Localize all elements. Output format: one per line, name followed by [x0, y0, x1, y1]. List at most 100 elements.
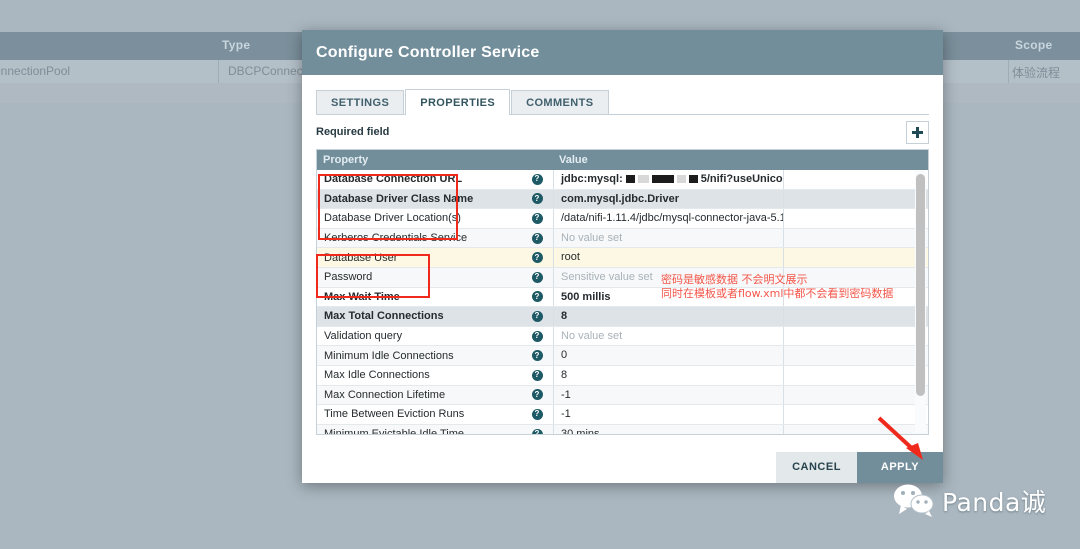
dialog-header: Configure Controller Service [302, 30, 943, 75]
add-property-button[interactable] [906, 120, 929, 144]
annotation-note-line-1: 密码是敏感数据 不会明文展示 [661, 273, 808, 286]
property-value[interactable]: 8 [553, 365, 783, 385]
table-row[interactable]: Time Between Eviction Runs ? -1 [317, 405, 928, 425]
table-row[interactable]: Minimum Idle Connections ? 0 [317, 346, 928, 366]
property-name: Database Driver Location(s) [324, 212, 461, 225]
help-cell[interactable]: ? [521, 271, 553, 283]
cancel-button[interactable]: CANCEL [776, 452, 857, 483]
help-cell[interactable]: ? [521, 232, 553, 244]
tab-properties[interactable]: PROPERTIES [405, 89, 511, 115]
property-extra [783, 170, 928, 189]
property-value[interactable]: -1 [553, 385, 783, 405]
property-name: Kerberos Credentials Service [324, 232, 468, 245]
background-divider-1 [218, 60, 219, 83]
help-icon[interactable]: ? [531, 408, 543, 420]
help-cell[interactable]: ? [521, 291, 553, 303]
help-cell[interactable]: ? [521, 408, 553, 420]
required-field-label: Required field [316, 126, 390, 138]
dialog-footer: CANCEL APPLY [302, 452, 943, 483]
property-name: Max Wait Time [324, 290, 400, 303]
help-icon[interactable]: ? [531, 330, 543, 342]
background-column-type: Type [222, 38, 251, 52]
property-value[interactable]: jdbc:mysql: 5/nifi?useUnicod... [553, 170, 783, 189]
table-row[interactable]: Password ? Sensitive value set [317, 267, 928, 288]
table-row[interactable]: Database Connection URL ? jdbc:mysql: 5/n… [317, 170, 928, 190]
property-name: Database Connection URL [324, 173, 463, 186]
help-icon[interactable]: ? [531, 232, 543, 244]
properties-scrollbar-thumb[interactable] [916, 174, 925, 396]
help-icon[interactable]: ? [531, 350, 543, 362]
property-value-prefix: jdbc:mysql: [561, 173, 623, 185]
tab-comments[interactable]: COMMENTS [511, 90, 609, 114]
help-icon[interactable]: ? [531, 271, 543, 283]
property-value[interactable]: 30 mins [553, 424, 783, 434]
property-name: Max Total Connections [324, 310, 444, 323]
table-row[interactable]: Max Connection Lifetime ? -1 [317, 385, 928, 406]
table-row[interactable]: Validation query ? No value set [317, 326, 928, 347]
background-cell-name: onnectionPool [0, 64, 71, 78]
property-extra [783, 189, 928, 209]
property-value[interactable]: No value set [553, 228, 783, 248]
help-icon[interactable]: ? [531, 173, 543, 185]
property-name: Time Between Eviction Runs [324, 408, 465, 421]
property-value[interactable]: root [553, 248, 783, 267]
property-value[interactable]: com.mysql.jdbc.Driver [553, 189, 783, 209]
property-name: Max Idle Connections [324, 369, 430, 382]
help-cell[interactable]: ? [521, 330, 553, 342]
property-value-suffix: 5/nifi?useUnicod... [700, 173, 783, 185]
property-extra [783, 424, 928, 434]
property-extra [783, 228, 928, 248]
property-value[interactable]: No value set [553, 326, 783, 346]
table-row[interactable]: Max Total Connections ? 8 [317, 307, 928, 327]
table-row[interactable]: Max Idle Connections ? 8 [317, 365, 928, 386]
property-value[interactable]: -1 [553, 405, 783, 424]
help-icon[interactable]: ? [531, 389, 543, 401]
help-icon[interactable]: ? [531, 428, 543, 434]
property-value[interactable]: 0 [553, 346, 783, 365]
redacted-block [625, 175, 698, 184]
property-extra [783, 326, 928, 346]
header-property: Property [323, 154, 369, 166]
property-extra [783, 365, 928, 385]
help-icon[interactable]: ? [531, 291, 543, 303]
watermark: Panda诚 [893, 483, 1046, 519]
property-name: Password [324, 271, 373, 284]
property-extra [783, 248, 928, 267]
plus-icon [912, 126, 923, 138]
table-row[interactable]: Database Driver Location(s) ? /data/nifi… [317, 209, 928, 229]
help-icon[interactable]: ? [531, 369, 543, 381]
property-extra [783, 346, 928, 365]
property-name: Database Driver Class Name [324, 192, 474, 205]
table-row[interactable]: Database User ? root [317, 248, 928, 268]
help-icon[interactable]: ? [531, 252, 543, 264]
header-value: Value [559, 154, 588, 166]
required-field-row: Required field [316, 115, 929, 149]
help-cell[interactable]: ? [521, 369, 553, 381]
help-icon[interactable]: ? [531, 193, 543, 205]
help-cell[interactable]: ? [521, 173, 553, 185]
help-cell[interactable]: ? [521, 310, 553, 322]
help-cell[interactable]: ? [521, 428, 553, 434]
help-cell[interactable]: ? [521, 252, 553, 264]
dialog-title: Configure Controller Service [316, 43, 540, 61]
table-row[interactable]: Database Driver Class Name ? com.mysql.j… [317, 189, 928, 210]
tab-settings[interactable]: SETTINGS [316, 90, 405, 114]
help-cell[interactable]: ? [521, 212, 553, 224]
property-name: Max Connection Lifetime [324, 388, 446, 401]
help-cell[interactable]: ? [521, 389, 553, 401]
table-row[interactable]: Kerberos Credentials Service ? No value … [317, 228, 928, 249]
property-value[interactable]: /data/nifi-1.11.4/jdbc/mysql-connector-j… [553, 209, 783, 228]
apply-button[interactable]: APPLY [857, 452, 943, 483]
background-cell-scope: 体验流程 [1012, 66, 1061, 80]
properties-table-body: Database Connection URL ? jdbc:mysql: 5/n… [317, 170, 928, 434]
tab-bar: SETTINGS PROPERTIES COMMENTS [316, 89, 929, 115]
property-value[interactable]: 8 [553, 307, 783, 326]
help-icon[interactable]: ? [531, 310, 543, 322]
help-cell[interactable]: ? [521, 193, 553, 205]
annotation-note-line-2: 同时在模板或者flow.xml中都不会看到密码数据 [661, 287, 894, 300]
help-icon[interactable]: ? [531, 212, 543, 224]
property-extra [783, 385, 928, 405]
table-row[interactable]: Minimum Evictable Idle Time ? 30 mins [317, 424, 928, 435]
property-name: Minimum Evictable Idle Time [324, 428, 464, 435]
help-cell[interactable]: ? [521, 350, 553, 362]
